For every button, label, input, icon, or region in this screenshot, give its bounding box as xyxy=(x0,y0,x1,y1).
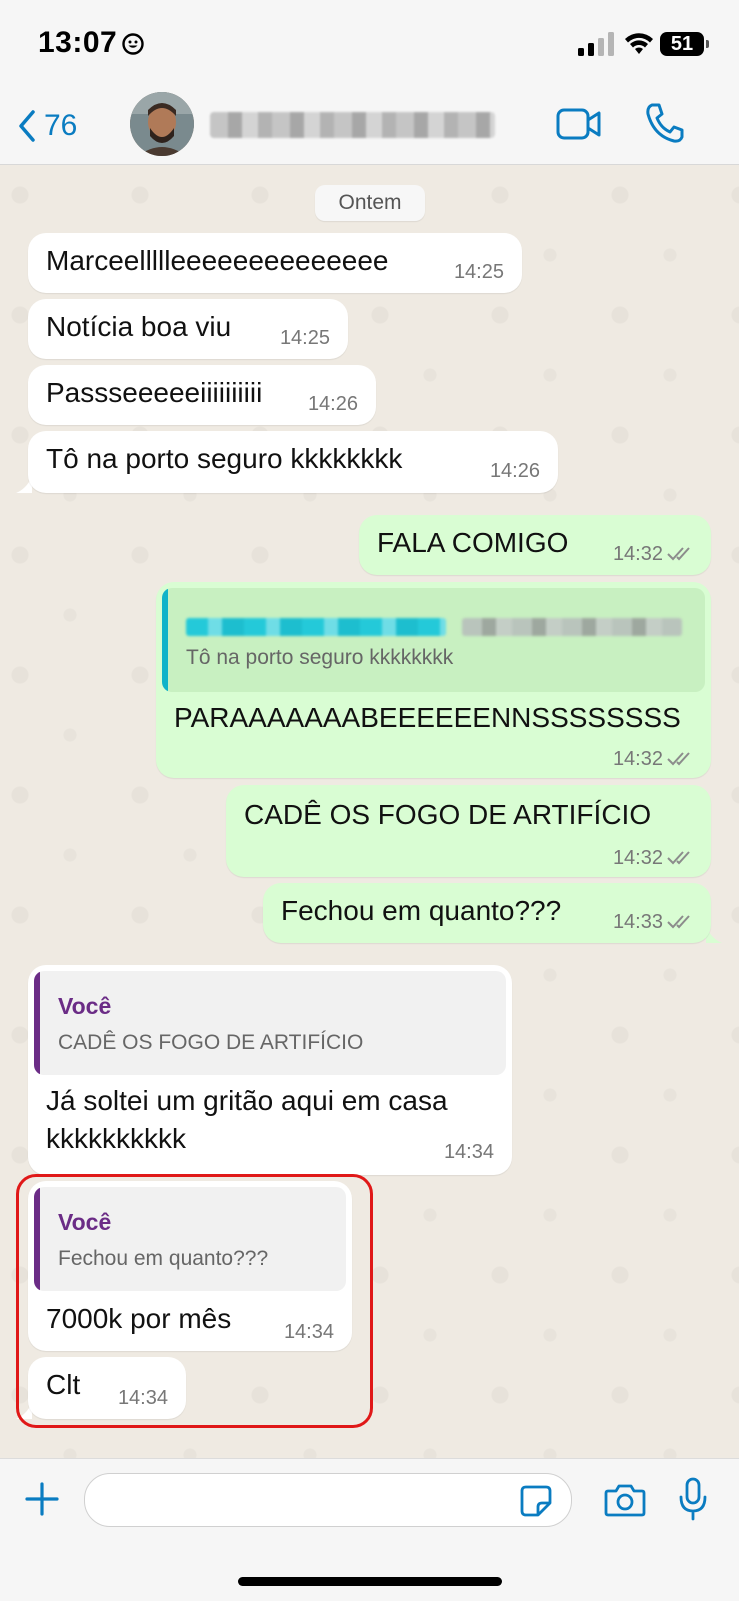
back-button[interactable]: 76 xyxy=(18,104,118,148)
message-incoming-reply[interactable]: Você CADÊ OS FOGO DE ARTIFÍCIO Já soltei… xyxy=(28,965,512,1175)
message-incoming[interactable]: Marceellllleeeeeeeeeeeeee 14:25 xyxy=(28,233,522,293)
quote-bar xyxy=(34,971,40,1075)
message-list[interactable]: Ontem Marceellllleeeeeeeeeeeeee 14:25 No… xyxy=(0,165,739,1458)
signal-icon xyxy=(578,32,614,56)
sticker-icon[interactable] xyxy=(520,1485,552,1517)
message-time: 14:32 xyxy=(612,543,663,565)
status-time: 13:07 xyxy=(38,26,118,59)
quoted-message[interactable]: Você CADÊ OS FOGO DE ARTIFÍCIO xyxy=(34,971,506,1075)
red-highlight-annotation xyxy=(16,1174,373,1428)
message-text: Marceellllleeeeeeeeeeeeee xyxy=(46,245,389,276)
avatar-image xyxy=(130,92,194,156)
status-bar: 13:07 51 xyxy=(0,0,739,88)
contact-name-blurred[interactable] xyxy=(210,112,495,138)
message-time: 14:25 xyxy=(279,327,330,349)
message-incoming[interactable]: Notícia boa viu 14:25 xyxy=(28,299,348,359)
quote-author: Você xyxy=(58,993,112,1019)
message-outgoing[interactable]: FALA COMIGO 14:32 xyxy=(359,515,711,575)
quote-author-blurred xyxy=(186,618,446,636)
message-time: 14:25 xyxy=(453,261,504,283)
message-time: 14:34 xyxy=(443,1141,494,1163)
double-check-icon xyxy=(667,547,690,561)
message-text-line1: Já soltei um gritão aqui em casa xyxy=(46,1085,448,1116)
wifi-icon xyxy=(625,33,653,54)
video-call-icon[interactable] xyxy=(556,104,602,144)
quoted-message[interactable]: Tô na porto seguro kkkkkkkk xyxy=(162,588,705,692)
home-indicator xyxy=(238,1577,502,1586)
message-text: Tô na porto seguro kkkkkkkk xyxy=(46,443,403,474)
chat-header: 76 xyxy=(0,88,739,165)
message-text-line2: kkkkkkkkkk xyxy=(46,1123,186,1154)
message-text: CADÊ OS FOGO DE ARTIFÍCIO xyxy=(244,799,652,830)
phone-icon[interactable] xyxy=(644,102,684,144)
double-check-icon xyxy=(667,915,690,929)
message-outgoing[interactable]: Fechou em quanto??? 14:33 xyxy=(263,883,711,943)
message-time: 14:33 xyxy=(612,911,663,933)
smiley-icon xyxy=(122,33,144,55)
date-separator: Ontem xyxy=(315,185,425,221)
microphone-icon[interactable] xyxy=(678,1477,708,1521)
message-text: Notícia boa viu xyxy=(46,311,232,342)
unread-count: 76 xyxy=(44,109,78,142)
message-input[interactable] xyxy=(84,1473,572,1527)
quote-text: Tô na porto seguro kkkkkkkk xyxy=(186,646,454,669)
message-incoming[interactable]: Passseeeeeiiiiiiiiii 14:26 xyxy=(28,365,376,425)
message-outgoing-reply[interactable]: Tô na porto seguro kkkkkkkk PARAAAAAAABE… xyxy=(156,582,711,778)
quote-author-blurred-extra xyxy=(462,618,682,636)
battery-indicator: 51 xyxy=(660,32,709,56)
message-text: FALA COMIGO xyxy=(377,527,569,558)
chevron-left-icon xyxy=(19,110,35,142)
contact-avatar[interactable] xyxy=(130,92,194,156)
camera-icon[interactable] xyxy=(604,1483,646,1517)
plus-icon[interactable] xyxy=(24,1481,60,1517)
message-incoming[interactable]: Tô na porto seguro kkkkkkkk 14:26 xyxy=(28,431,558,493)
message-outgoing[interactable]: CADÊ OS FOGO DE ARTIFÍCIO 14:32 xyxy=(226,785,711,877)
double-check-icon xyxy=(667,752,690,766)
message-text: PARAAAAAAABEEEEEENNSSSSSSSS xyxy=(174,702,681,733)
message-text: Passseeeeeiiiiiiiiii xyxy=(46,377,263,408)
compose-bar xyxy=(0,1458,739,1601)
message-time: 14:26 xyxy=(489,460,540,482)
double-check-icon xyxy=(667,851,690,865)
quote-text: CADÊ OS FOGO DE ARTIFÍCIO xyxy=(58,1031,364,1054)
quote-bar xyxy=(162,588,168,692)
message-time: 14:32 xyxy=(612,847,663,869)
message-time: 14:26 xyxy=(307,393,358,415)
message-time: 14:32 xyxy=(612,748,663,770)
message-text: Fechou em quanto??? xyxy=(281,895,562,926)
